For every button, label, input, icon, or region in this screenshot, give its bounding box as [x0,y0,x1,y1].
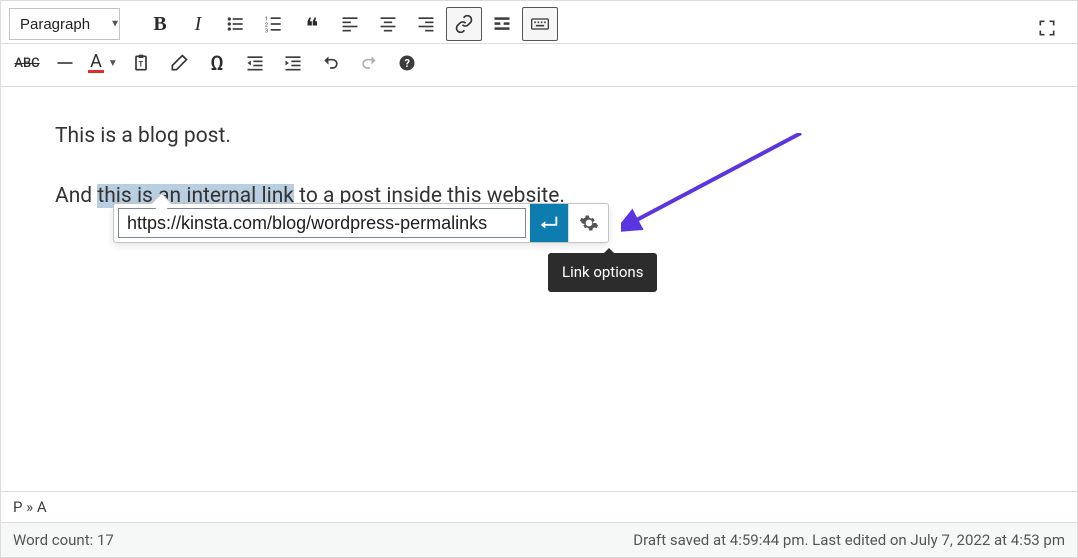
editor-content[interactable]: This is a blog post. And this is an inte… [1,87,1077,491]
horizontal-rule-button[interactable] [47,46,83,80]
status-bar: Word count: 17 Draft saved at 4:59:44 pm… [1,523,1077,557]
hr-icon [55,53,75,73]
enter-icon [538,212,560,234]
bullet-list-icon [226,14,246,34]
chevron-down-icon: ▼ [108,58,118,69]
numbered-list-icon: 123 [264,14,284,34]
toolbar-row-1: Paragraph B I 123 ❝ [1,1,1077,44]
align-center-icon [378,14,398,34]
svg-text:?: ? [405,57,410,70]
redo-icon [359,53,379,73]
align-right-button[interactable] [408,7,444,41]
text-color-button[interactable]: A ▼ [85,46,121,80]
help-icon: ? [397,53,417,73]
toolbar-toggle-button[interactable] [522,7,558,41]
word-count: Word count: 17 [13,531,114,549]
outdent-icon [245,53,265,73]
editor-container: Paragraph B I 123 ❝ [0,0,1078,558]
indent-button[interactable] [275,46,311,80]
blockquote-button[interactable]: ❝ [294,7,330,41]
undo-icon [321,53,341,73]
outdent-button[interactable] [237,46,273,80]
clipboard-icon: T [131,53,151,73]
toolbar-row-2: ABC A ▼ T Ω ? [1,44,1077,87]
read-more-button[interactable] [484,7,520,41]
undo-button[interactable] [313,46,349,80]
text-before: And [55,184,97,208]
link-options-button[interactable] [568,204,608,242]
editor-footer: P » A Word count: 17 Draft saved at 4:59… [1,491,1077,557]
content-line-1: This is a blog post. [55,121,1023,153]
save-status: Draft saved at 4:59:44 pm. Last edited o… [633,531,1065,549]
fullscreen-button[interactable] [1029,11,1065,45]
gear-icon [579,213,599,233]
read-more-icon [492,14,512,34]
paste-text-button[interactable]: T [123,46,159,80]
fullscreen-icon [1037,18,1057,38]
numbered-list-button[interactable]: 123 [256,7,292,41]
indent-icon [283,53,303,73]
svg-text:T: T [139,59,144,68]
link-icon [454,14,474,34]
link-popup [113,203,609,243]
align-left-button[interactable] [332,7,368,41]
bullet-list-button[interactable] [218,7,254,41]
clear-formatting-button[interactable] [161,46,197,80]
redo-button[interactable] [351,46,387,80]
link-options-tooltip: Link options [548,253,657,292]
strikethrough-button[interactable]: ABC [9,46,45,80]
keyboard-icon [530,14,550,34]
align-left-icon [340,14,360,34]
special-character-button[interactable]: Ω [199,46,235,80]
link-apply-button[interactable] [530,204,568,242]
align-right-icon [416,14,436,34]
svg-text:3: 3 [265,28,268,34]
link-url-input[interactable] [118,208,526,238]
text-color-icon: A [88,54,104,73]
format-select[interactable]: Paragraph [9,8,120,40]
bold-button[interactable]: B [142,7,178,41]
insert-link-button[interactable] [446,7,482,41]
help-button[interactable]: ? [389,46,425,80]
eraser-icon [169,53,189,73]
element-path[interactable]: P » A [1,492,1077,523]
align-center-button[interactable] [370,7,406,41]
italic-button[interactable]: I [180,7,216,41]
format-select-wrap[interactable]: Paragraph [9,8,130,40]
